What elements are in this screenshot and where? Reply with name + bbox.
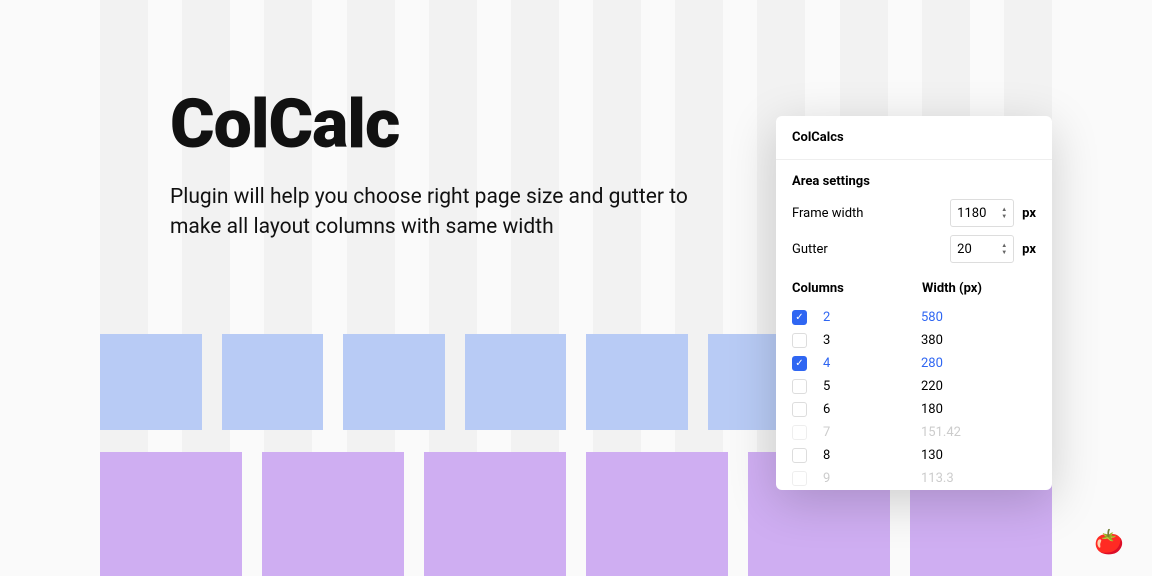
column-row[interactable]: 3380 xyxy=(792,329,1036,352)
column-count: 4 xyxy=(823,356,921,371)
demo-blue-cell xyxy=(343,334,445,430)
frame-width-unit: px xyxy=(1022,206,1036,221)
width-heading: Width (px) xyxy=(922,281,982,296)
demo-blue-cell xyxy=(586,334,688,430)
column-width: 580 xyxy=(921,310,943,325)
frame-width-input[interactable]: 1180 ▲▼ xyxy=(950,199,1014,227)
demo-purple-cell xyxy=(424,452,566,576)
column-count: 8 xyxy=(823,448,921,463)
plugin-panel: ColCalcs Area settings Frame width 1180 … xyxy=(776,116,1052,490)
column-row[interactable]: 6180 xyxy=(792,398,1036,421)
column-row[interactable]: 9113.3 xyxy=(792,467,1036,490)
column-width: 180 xyxy=(921,402,943,417)
column-checkbox[interactable] xyxy=(792,333,807,348)
stepper-icon[interactable]: ▲▼ xyxy=(1001,243,1007,256)
column-row[interactable]: 8130 xyxy=(792,444,1036,467)
column-width: 280 xyxy=(921,356,943,371)
gutter-input[interactable]: 20 ▲▼ xyxy=(950,235,1014,263)
stepper-icon[interactable]: ▲▼ xyxy=(1001,207,1007,220)
column-checkbox[interactable]: ✓ xyxy=(792,356,807,371)
demo-blue-cell xyxy=(465,334,567,430)
columns-list: ✓25803380✓4280522061807151.4281309113.3 xyxy=(792,306,1036,490)
area-settings-heading: Area settings xyxy=(792,174,1036,189)
column-row[interactable]: 5220 xyxy=(792,375,1036,398)
column-width: 151.42 xyxy=(921,425,961,440)
column-checkbox[interactable]: ✓ xyxy=(792,310,807,325)
column-width: 380 xyxy=(921,333,943,348)
column-count: 5 xyxy=(823,379,921,394)
column-row[interactable]: ✓ 4280 xyxy=(792,352,1036,375)
hero-description: Plugin will help you choose right page s… xyxy=(170,182,690,243)
tomato-icon: 🍅 xyxy=(1094,528,1124,556)
column-checkbox[interactable] xyxy=(792,379,807,394)
hero-title: ColCalc xyxy=(170,90,690,158)
column-count: 2 xyxy=(823,310,921,325)
column-width: 113.3 xyxy=(921,471,954,486)
column-width: 220 xyxy=(921,379,943,394)
demo-purple-cell xyxy=(262,452,404,576)
gutter-row: Gutter 20 ▲▼ px xyxy=(792,235,1036,263)
demo-blue-cell xyxy=(100,334,202,430)
column-row[interactable]: 7151.42 xyxy=(792,421,1036,444)
hero: ColCalc Plugin will help you choose righ… xyxy=(170,90,690,243)
columns-heading: Columns xyxy=(792,281,922,296)
frame-width-row: Frame width 1180 ▲▼ px xyxy=(792,199,1036,227)
column-count: 3 xyxy=(823,333,921,348)
column-checkbox[interactable] xyxy=(792,425,807,440)
frame-width-label: Frame width xyxy=(792,206,950,221)
column-checkbox[interactable] xyxy=(792,402,807,417)
column-checkbox[interactable] xyxy=(792,471,807,486)
demo-purple-cell xyxy=(100,452,242,576)
columns-header: Columns Width (px) xyxy=(792,281,1036,296)
column-width: 130 xyxy=(921,448,943,463)
column-count: 7 xyxy=(823,425,921,440)
gutter-unit: px xyxy=(1022,242,1036,257)
column-row[interactable]: ✓ 2580 xyxy=(792,306,1036,329)
panel-title: ColCalcs xyxy=(776,116,1052,160)
column-count: 6 xyxy=(823,402,921,417)
column-checkbox[interactable] xyxy=(792,448,807,463)
column-count: 9 xyxy=(823,471,921,486)
demo-blue-cell xyxy=(222,334,324,430)
gutter-label: Gutter xyxy=(792,242,950,257)
demo-purple-cell xyxy=(586,452,728,576)
